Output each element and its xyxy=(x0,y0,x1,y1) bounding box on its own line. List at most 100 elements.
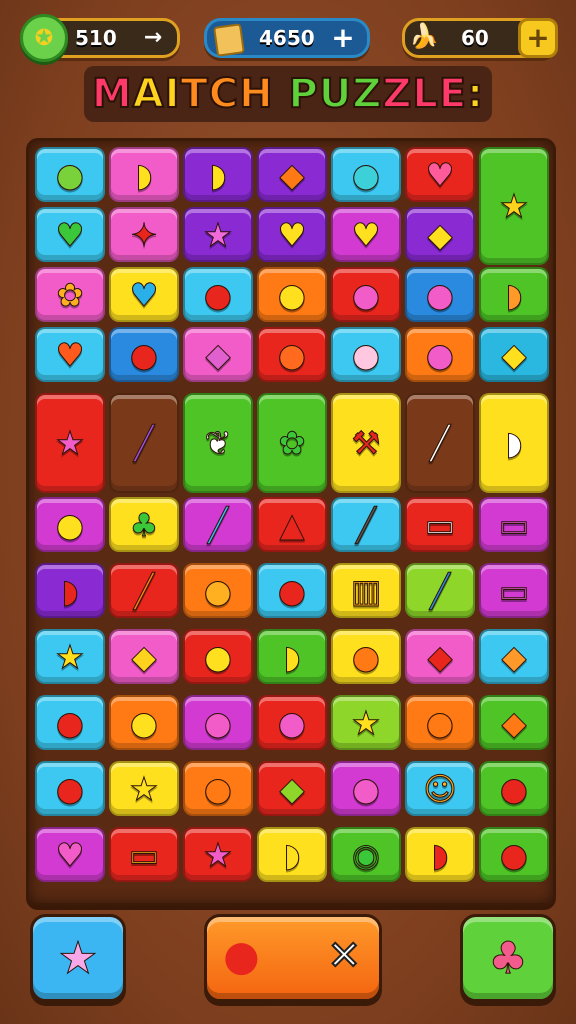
grid-tile[interactable]: ⚒ xyxy=(331,393,401,493)
grid-tile[interactable]: ☺ xyxy=(405,761,475,816)
moves-value: 510 xyxy=(75,26,117,50)
grid-tile[interactable]: ◆ xyxy=(479,327,549,382)
grid-tile[interactable]: ♣ xyxy=(109,497,179,552)
grid-tile[interactable]: ● xyxy=(331,327,401,382)
grid-tile[interactable]: ╱ xyxy=(405,393,475,493)
grid-tile[interactable]: ♥ xyxy=(35,327,105,382)
grid-tile[interactable]: ◆ xyxy=(405,207,475,262)
grid-tile[interactable]: ● xyxy=(479,827,549,882)
add-bananas-button[interactable]: + xyxy=(518,18,558,58)
peach-icon: ● xyxy=(426,275,455,314)
grid-tile[interactable]: ◉ xyxy=(331,827,401,882)
grid-tile[interactable]: ◆ xyxy=(183,327,253,382)
grid-tile[interactable]: ● xyxy=(331,629,401,684)
potion-button[interactable]: ♣ xyxy=(460,914,556,1002)
grid-tile[interactable]: ◗ xyxy=(35,563,105,618)
grid-tile[interactable]: ♥ xyxy=(35,207,105,262)
grid-tile[interactable]: ▲ xyxy=(257,497,327,552)
grid-tile[interactable]: ● xyxy=(183,629,253,684)
grid-tile[interactable]: ★ xyxy=(479,147,549,265)
grid-tile[interactable]: ▥ xyxy=(331,563,401,618)
grid-tile[interactable]: ◆ xyxy=(257,147,327,202)
grid-tile[interactable]: ● xyxy=(109,327,179,382)
grid-tile[interactable]: ● xyxy=(35,761,105,816)
grid-tile[interactable]: ◗ xyxy=(183,147,253,202)
heart-icon: ♥ xyxy=(351,215,381,254)
grid-tile[interactable]: ★ xyxy=(35,629,105,684)
grid-tile[interactable]: ✿ xyxy=(35,267,105,322)
grid-tile[interactable]: ● xyxy=(405,695,475,750)
apple-icon: ● xyxy=(56,769,85,808)
grid-tile[interactable]: ♥ xyxy=(35,827,105,882)
grid-tile[interactable]: ◆ xyxy=(109,629,179,684)
grid-tile[interactable]: ╱ xyxy=(109,563,179,618)
star-booster-button[interactable]: ★ xyxy=(30,914,126,1002)
grid-tile[interactable]: ╱ xyxy=(109,393,179,493)
grid-tile[interactable]: ◆ xyxy=(405,629,475,684)
grid-tile[interactable]: ◗ xyxy=(109,147,179,202)
grid-tile[interactable]: ✦ xyxy=(109,207,179,262)
grid-tile[interactable]: ♥ xyxy=(257,207,327,262)
apple-icon: ● xyxy=(500,769,529,808)
grid-tile[interactable]: ● xyxy=(257,563,327,618)
grid-tile[interactable]: ◗ xyxy=(257,827,327,882)
grid-tile[interactable]: ◗ xyxy=(479,267,549,322)
grid-tile[interactable]: ● xyxy=(35,695,105,750)
cookie-icon: ● xyxy=(204,637,233,676)
arrow-right-icon[interactable]: → xyxy=(137,21,169,55)
puzzle-board: ● ◗ ◗ ◆ ● ♥ ★ ♥ ✦ ★ ♥ ♥ ◆ ✿ ♥ ● ● ● ● ◗ ♥ ● ◆ ● ● ● ◆ ★ ╱ ❦ ✿ ⚒ ╱ ◗ ● ♣ ╱ ▲ ╱ ▭… xyxy=(26,138,556,906)
grid-tile[interactable]: ● xyxy=(183,267,253,322)
grid-tile[interactable]: ● xyxy=(257,695,327,750)
grid-tile[interactable]: ● xyxy=(183,761,253,816)
grid-tile[interactable]: ★ xyxy=(35,393,105,493)
grid-tile[interactable]: ▭ xyxy=(109,827,179,882)
grid-tile[interactable]: ● xyxy=(405,327,475,382)
grid-tile[interactable]: ★ xyxy=(183,207,253,262)
grid-tile[interactable]: ◗ xyxy=(257,629,327,684)
title-segment: PUZ xyxy=(288,70,383,118)
grid-tile[interactable]: ● xyxy=(257,267,327,322)
grid-tile[interactable]: ● xyxy=(35,497,105,552)
chili-icon: ◆ xyxy=(427,637,453,676)
star-heart-icon: ★ xyxy=(55,424,85,462)
orange-icon: ● xyxy=(204,571,233,610)
grid-tile[interactable]: ╱ xyxy=(405,563,475,618)
grid-tile[interactable]: ● xyxy=(257,327,327,382)
grid-tile[interactable]: ╱ xyxy=(183,497,253,552)
gems-counter: 4650 + xyxy=(204,18,370,58)
grid-tile[interactable]: ▭ xyxy=(405,497,475,552)
grid-tile[interactable]: ◆ xyxy=(479,629,549,684)
grid-tile[interactable]: ✿ xyxy=(257,393,327,493)
grid-tile[interactable]: ♥ xyxy=(405,147,475,202)
gear-badge-icon[interactable]: ✪ xyxy=(20,14,68,62)
toolbox-icon: ▭ xyxy=(424,505,456,544)
grid-tile[interactable]: ◆ xyxy=(257,761,327,816)
grid-tile[interactable]: ● xyxy=(109,695,179,750)
banana-icon: ◗ xyxy=(135,155,153,194)
grid-tile[interactable]: ▭ xyxy=(479,563,549,618)
grid-tile[interactable]: ● xyxy=(479,761,549,816)
grid-tile[interactable]: ● xyxy=(331,761,401,816)
grid-tile[interactable]: ◗ xyxy=(479,393,549,493)
boost-button[interactable]: ● ✕ xyxy=(204,914,382,1002)
add-gems-button[interactable]: + xyxy=(327,21,359,55)
grid-tile[interactable]: ◆ xyxy=(479,695,549,750)
grid-tile[interactable]: ♥ xyxy=(109,267,179,322)
grid-tile[interactable]: ● xyxy=(183,695,253,750)
grid-tile[interactable]: ★ xyxy=(331,695,401,750)
apple-icon: ● xyxy=(56,703,85,742)
grid-tile[interactable]: ╱ xyxy=(331,497,401,552)
grid-tile[interactable]: ● xyxy=(405,267,475,322)
grid-tile[interactable]: ● xyxy=(331,267,401,322)
grid-tile[interactable]: ● xyxy=(183,563,253,618)
grid-tile[interactable]: ★ xyxy=(183,827,253,882)
grid-tile[interactable]: ❦ xyxy=(183,393,253,493)
grid-tile[interactable]: ● xyxy=(331,147,401,202)
grid-tile[interactable]: ♥ xyxy=(331,207,401,262)
grid-tile[interactable]: ★ xyxy=(109,761,179,816)
grid-tile[interactable]: ▭ xyxy=(479,497,549,552)
peach-icon: ● xyxy=(352,335,381,374)
grid-tile[interactable]: ◗ xyxy=(405,827,475,882)
grid-tile[interactable]: ● xyxy=(35,147,105,202)
critter-icon: ☺ xyxy=(423,769,457,808)
